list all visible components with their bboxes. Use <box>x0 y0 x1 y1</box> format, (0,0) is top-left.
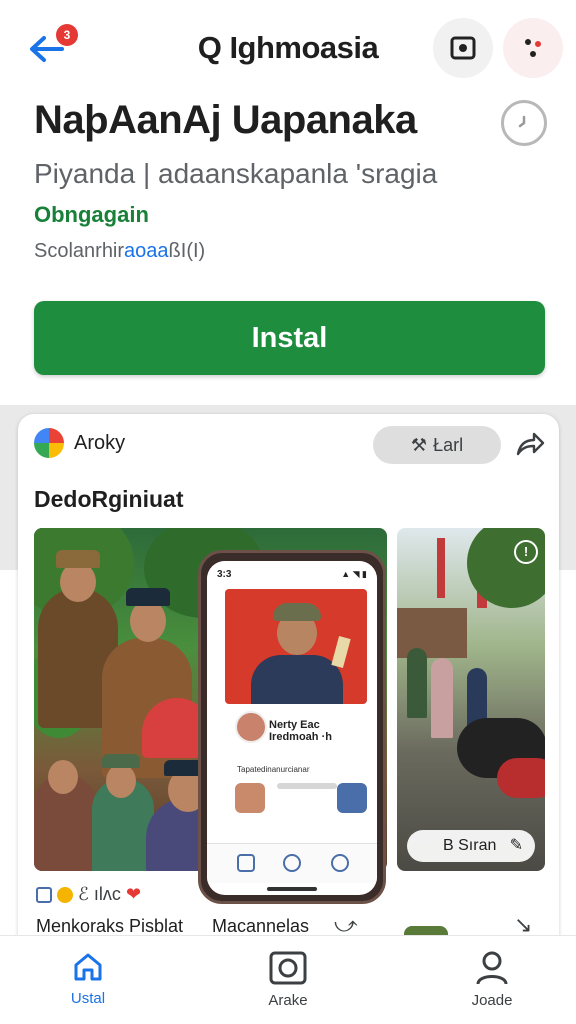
phone-hero-image <box>225 589 367 704</box>
app-status-badge: Obngagain <box>34 202 149 227</box>
clock-icon <box>518 115 526 128</box>
author-logo-icon <box>34 428 64 458</box>
chip-label: Łarl <box>433 435 464 455</box>
top-app-bar: 3 Q Ighmoasia <box>0 0 576 96</box>
bottom-navigation: Ustal Arake Joade <box>0 935 576 1024</box>
app-meta-highlight: aoaa <box>124 240 169 262</box>
phone-mockup[interactable]: 3:3 ▲ ◥ ▮ Nerty Eac Iredmoah ·h Tapatedi… <box>198 550 386 904</box>
tool-icon: ⚒ <box>410 435 428 455</box>
camera-icon <box>269 951 307 985</box>
history-button[interactable] <box>501 100 547 146</box>
app-meta: ScolanrhiraoaaßI(I) <box>34 240 205 263</box>
share-icon <box>516 432 545 456</box>
nav-item-home[interactable]: Ustal <box>28 950 148 1007</box>
caption-mid[interactable]: Macannelas <box>212 916 309 937</box>
side-pill-label: B Sıran <box>443 837 497 854</box>
more-options-button[interactable] <box>503 18 563 78</box>
person-icon <box>476 951 508 985</box>
post-card: Aroky ⚒ Łarl DedoRginiuat ! B Sıran ✎ 3:… <box>18 414 559 954</box>
install-button[interactable]: Instal <box>34 301 545 375</box>
share-button[interactable] <box>514 428 546 460</box>
side-action-pill[interactable]: B Sıran ✎ <box>407 830 535 862</box>
app-subtitle: Piyanda | adaanskapanla 'sragia <box>34 158 438 189</box>
heart-icon: ❤ <box>125 884 142 904</box>
screenshot-button[interactable] <box>433 18 493 78</box>
follow-chip[interactable]: ⚒ Łarl <box>373 426 501 464</box>
nav-label: Joade <box>471 992 513 1009</box>
phone-text-lines <box>277 783 337 789</box>
signal-icon: ▲ ◥ ▮ <box>341 569 367 579</box>
phone-caption: Nerty Eac Iredmoah ·h <box>269 719 332 743</box>
side-photo[interactable]: ! B Sıran ✎ <box>397 528 545 871</box>
home-icon <box>74 953 102 981</box>
phone-screen: 3:3 ▲ ◥ ▮ Nerty Eac Iredmoah ·h Tapatedi… <box>207 561 377 895</box>
app-meta-prefix: Scolanrhir <box>34 240 125 262</box>
phone-home-indicator <box>267 887 317 891</box>
card-title: DedoRginiuat <box>34 486 184 512</box>
phone-avatar <box>235 711 267 743</box>
dots-icon <box>525 39 541 57</box>
phone-nav-bar <box>207 843 377 883</box>
app-name: NaþAanAj Uapanaka <box>34 98 417 142</box>
phone-tile <box>235 783 265 813</box>
card-author[interactable]: Aroky <box>74 432 125 455</box>
info-icon[interactable]: ! <box>514 540 538 564</box>
edit-icon: ✎ <box>509 837 523 854</box>
nav-label: Arake <box>268 992 308 1009</box>
nav-item-profile[interactable]: Joade <box>432 950 552 1009</box>
square-icon <box>36 887 52 904</box>
caption-left[interactable]: Menkoraks Pisblat <box>36 916 183 937</box>
nav-label: Ustal <box>70 990 106 1007</box>
screen-icon <box>450 36 476 60</box>
phone-time: 3:3 <box>217 569 232 580</box>
smile-icon <box>57 887 74 904</box>
phone-row-label: Tapatedinanurcianar <box>237 765 310 774</box>
nav-item-camera[interactable]: Arake <box>228 950 348 1009</box>
phone-status-bar: 3:3 ▲ ◥ ▮ <box>207 561 377 587</box>
reaction-row[interactable]: ℰ ılʌc ❤ <box>36 884 141 905</box>
phone-tile <box>337 783 367 813</box>
reaction-text: ℰ ılʌc <box>78 884 121 904</box>
app-meta-suffix: ßI(I) <box>168 240 206 262</box>
